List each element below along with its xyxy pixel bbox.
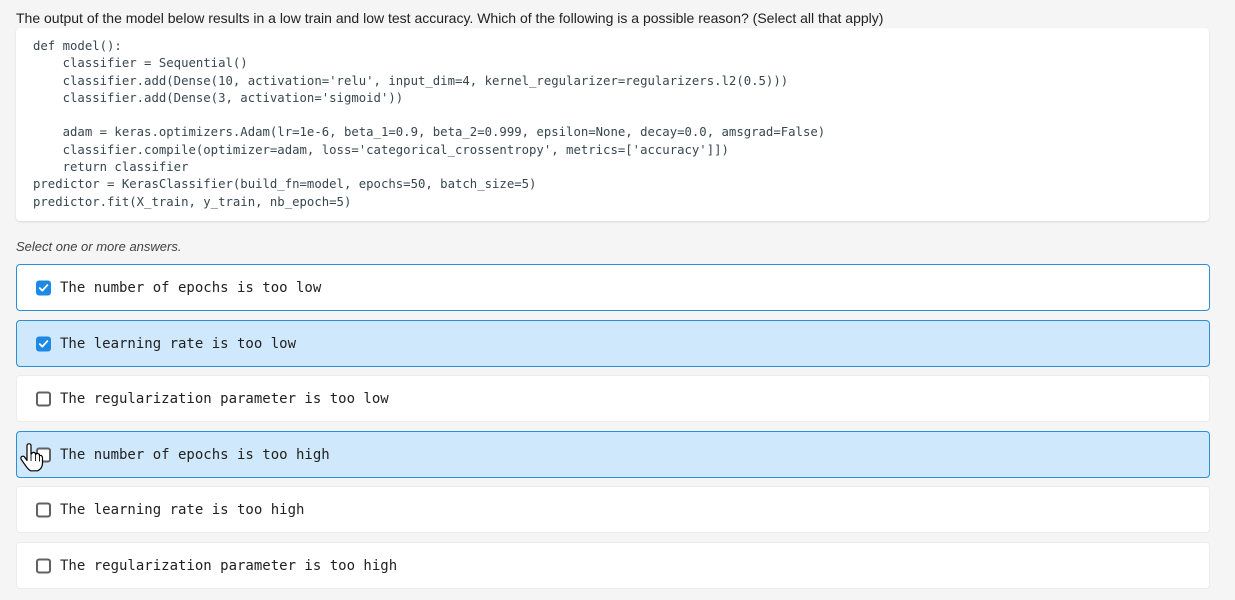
code-line: return classifier [33,160,189,175]
question-text: The output of the model below results in… [16,10,884,26]
answer-instruction: Select one or more answers. [16,239,182,254]
checkbox-icon[interactable] [36,502,51,517]
checkbox-checked-icon[interactable] [36,280,51,295]
answer-option-label: The number of epochs is too low [60,279,322,296]
answer-option-label: The regularization parameter is too low [60,390,389,407]
answer-option-epochs-too-low[interactable]: The number of epochs is too low [16,264,1210,311]
code-line: predictor.fit(X_train, y_train, nb_epoch… [33,194,352,209]
checkbox-icon[interactable] [36,447,51,462]
code-line: classifier.add(Dense(3, activation='sigm… [33,90,404,105]
code-line: predictor = KerasClassifier(build_fn=mod… [33,177,537,192]
code-line: adam = keras.optimizers.Adam(lr=1e-6, be… [33,125,826,140]
answer-option-regularization-too-high[interactable]: The regularization parameter is too high [16,542,1210,589]
code-line: def model(): [33,39,122,53]
code-content: def model(): classifier = Sequential() c… [33,38,1209,211]
checkbox-icon[interactable] [36,558,51,573]
answer-option-learning-rate-too-high[interactable]: The learning rate is too high [16,486,1210,533]
code-line: classifier.add(Dense(10, activation='rel… [33,73,789,88]
answer-option-label: The learning rate is too low [60,335,297,352]
answer-option-regularization-too-low[interactable]: The regularization parameter is too low [16,375,1210,422]
code-block: def model(): classifier = Sequential() c… [16,28,1209,221]
answer-option-label: The number of epochs is too high [60,446,330,463]
code-line: classifier.compile(optimizer=adam, loss=… [33,142,729,157]
answer-option-label: The learning rate is too high [60,501,305,518]
answer-option-epochs-too-high[interactable]: The number of epochs is too high [16,431,1210,478]
code-line: classifier = Sequential() [33,56,248,71]
checkbox-checked-icon[interactable] [36,336,51,351]
answer-option-learning-rate-too-low[interactable]: The learning rate is too low [16,320,1210,367]
checkbox-icon[interactable] [36,391,51,406]
answer-option-label: The regularization parameter is too high [60,557,398,574]
